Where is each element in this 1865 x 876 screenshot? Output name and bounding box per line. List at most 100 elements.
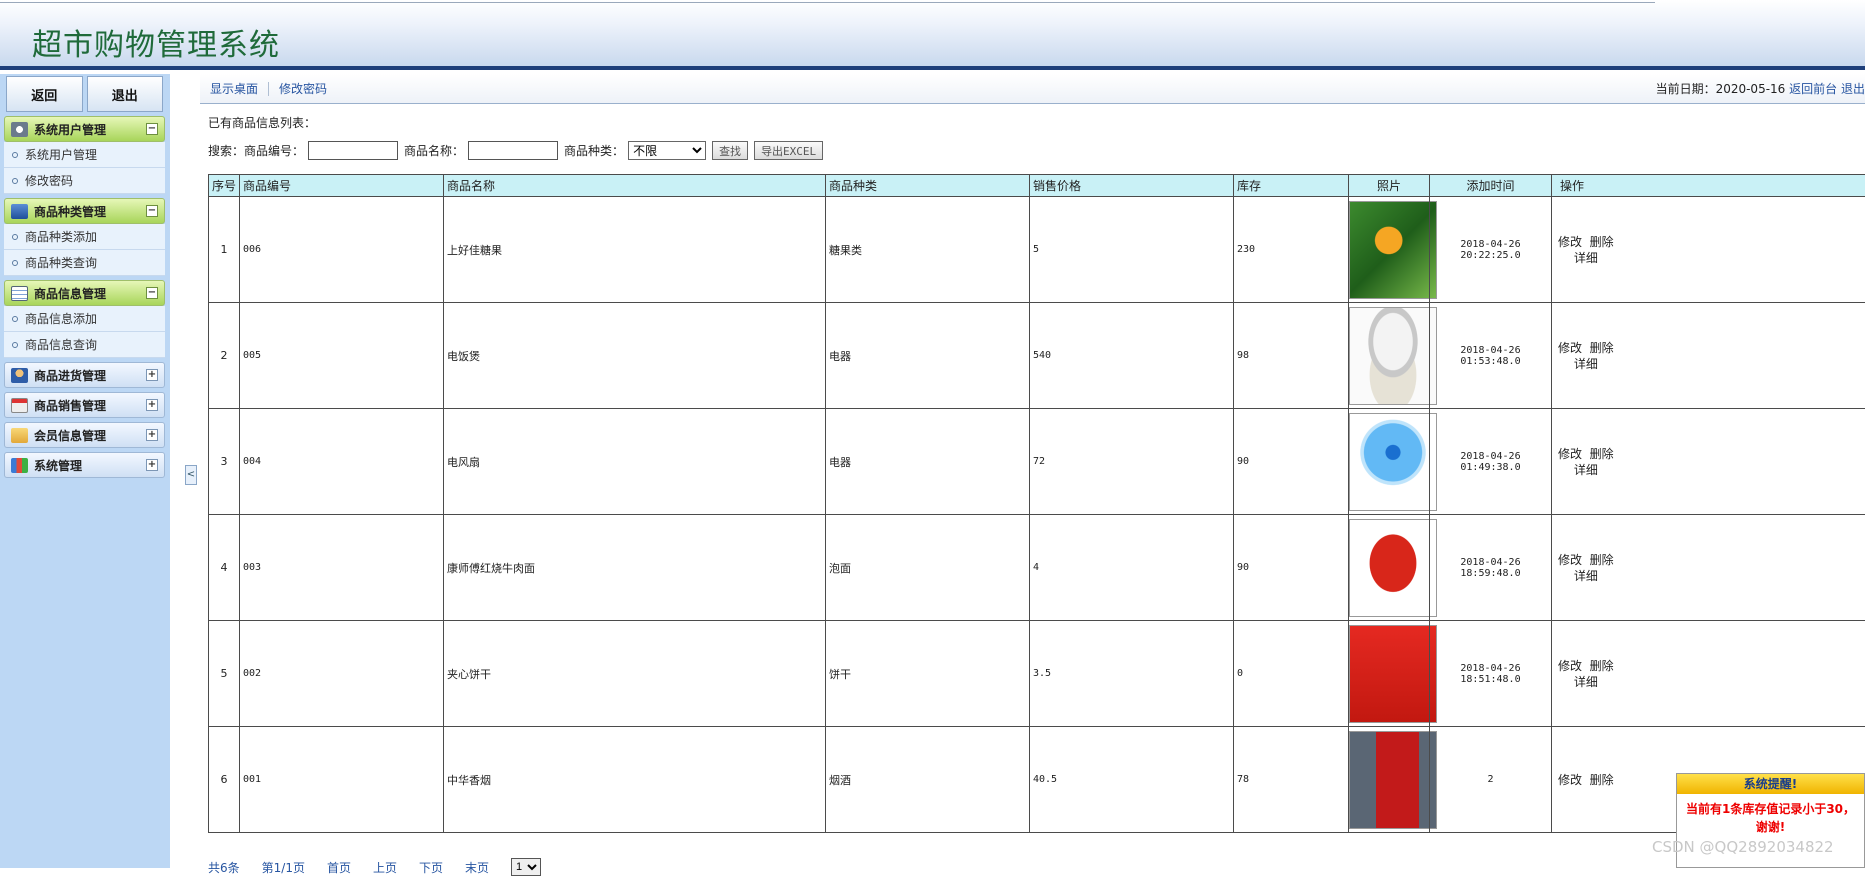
added-time: 2018-04-26 18:51:48.0 xyxy=(1430,621,1552,727)
spacer xyxy=(1582,659,1590,673)
current-date: 当前日期：2020-05-16 xyxy=(1656,82,1786,96)
actions-cell: 修改 删除详细 xyxy=(1552,515,1865,621)
collapse-icon[interactable]: − xyxy=(146,287,158,299)
edit-link[interactable]: 修改 xyxy=(1558,341,1582,355)
edit-link[interactable]: 修改 xyxy=(1558,773,1582,787)
candy-photo xyxy=(1349,201,1437,299)
spacer xyxy=(1582,341,1590,355)
menu-head-system-users[interactable]: 系统用户管理 − xyxy=(4,116,165,142)
goods-stock: 90 xyxy=(1234,409,1349,515)
code-label: 商品编号： xyxy=(244,142,304,159)
goods-type: 饼干 xyxy=(826,621,1030,727)
menu-head-label: 系统用户管理 xyxy=(34,121,146,138)
change-password-link[interactable]: 修改密码 xyxy=(269,80,337,97)
col-header: 商品种类 xyxy=(826,175,1030,197)
sidebar-inner: 返回 退出 系统用户管理 − 系统用户管理 修改密码 商品种类管理 − 商品种类… xyxy=(4,74,165,478)
expand-icon[interactable]: + xyxy=(146,459,158,471)
bullet-icon xyxy=(12,234,18,240)
code-input[interactable] xyxy=(308,141,398,160)
menu-head-category[interactable]: 商品种类管理 − xyxy=(4,198,165,224)
col-header: 销售价格 xyxy=(1030,175,1234,197)
page-select[interactable]: 1 xyxy=(511,858,541,876)
back-button[interactable]: 返回 xyxy=(6,76,83,112)
actions-line: 修改 删除 xyxy=(1558,446,1614,462)
sidebar-item-label: 修改密码 xyxy=(25,172,73,189)
sidebar-top-buttons: 返回 退出 xyxy=(4,76,165,112)
bullet-icon xyxy=(12,316,18,322)
bullet-icon xyxy=(12,260,18,266)
sidebar-item-label: 商品信息查询 xyxy=(25,336,97,353)
collapse-icon[interactable]: − xyxy=(146,123,158,135)
photo-cell xyxy=(1349,197,1430,303)
spacer xyxy=(1582,553,1590,567)
collapse-icon[interactable]: − xyxy=(146,205,158,217)
edit-link[interactable]: 修改 xyxy=(1558,659,1582,673)
table-row: 2005电饭煲电器540982018-04-26 01:53:48.0修改 删除… xyxy=(209,303,1865,409)
logout-link[interactable]: 退出 xyxy=(1841,82,1865,96)
menu-head-goods[interactable]: 商品信息管理 − xyxy=(4,280,165,306)
menu-group-system: 系统管理 + xyxy=(4,452,165,478)
detail-link[interactable]: 详细 xyxy=(1558,674,1614,690)
edit-link[interactable]: 修改 xyxy=(1558,447,1582,461)
edit-link[interactable]: 修改 xyxy=(1558,553,1582,567)
sidebar-item-category-query[interactable]: 商品种类查询 xyxy=(4,250,165,276)
delete-link[interactable]: 删除 xyxy=(1590,447,1614,461)
logout-button[interactable]: 退出 xyxy=(87,76,164,112)
goods-type: 糖果类 xyxy=(826,197,1030,303)
name-input[interactable] xyxy=(468,141,558,160)
last-page-link[interactable]: 末页 xyxy=(465,859,489,876)
popup-title: 系统提醒! xyxy=(1677,774,1864,794)
delete-link[interactable]: 删除 xyxy=(1590,341,1614,355)
goods-price: 5 xyxy=(1030,197,1234,303)
expand-icon[interactable]: + xyxy=(146,369,158,381)
actions-cell: 修改 删除详细 xyxy=(1552,621,1865,727)
back-front-link[interactable]: 返回前台 xyxy=(1789,82,1837,96)
sidebar-item-goods-add[interactable]: 商品信息添加 xyxy=(4,306,165,332)
detail-link[interactable]: 详细 xyxy=(1558,568,1614,584)
expand-icon[interactable]: + xyxy=(146,429,158,441)
type-select[interactable]: 不限 xyxy=(628,141,706,160)
delete-link[interactable]: 删除 xyxy=(1590,773,1614,787)
delete-link[interactable]: 删除 xyxy=(1590,553,1614,567)
menu-head-label: 商品进货管理 xyxy=(34,367,146,384)
goods-stock: 90 xyxy=(1234,515,1349,621)
delete-link[interactable]: 删除 xyxy=(1590,235,1614,249)
edit-link[interactable]: 修改 xyxy=(1558,235,1582,249)
bullet-icon xyxy=(12,342,18,348)
row-number: 4 xyxy=(209,515,240,621)
export-excel-button[interactable]: 导出EXCEL xyxy=(754,141,823,160)
first-page-link[interactable]: 首页 xyxy=(327,859,351,876)
sidebar-item-system-users[interactable]: 系统用户管理 xyxy=(4,142,165,168)
expand-icon[interactable]: + xyxy=(146,399,158,411)
delete-link[interactable]: 删除 xyxy=(1590,659,1614,673)
goods-code: 006 xyxy=(240,197,444,303)
sidebar-item-category-add[interactable]: 商品种类添加 xyxy=(4,224,165,250)
goods-stock: 98 xyxy=(1234,303,1349,409)
menu-head-label: 会员信息管理 xyxy=(34,427,146,444)
sidebar-item-label: 商品种类查询 xyxy=(25,254,97,271)
photo-cell xyxy=(1349,621,1430,727)
total-count: 共6条 xyxy=(208,859,240,876)
menu-head-purchase[interactable]: 商品进货管理 + xyxy=(4,362,165,388)
actions-cell: 修改 删除详细 xyxy=(1552,197,1865,303)
goods-price: 4 xyxy=(1030,515,1234,621)
next-page-link[interactable]: 下页 xyxy=(419,859,443,876)
show-desktop-link[interactable]: 显示桌面 xyxy=(200,80,268,97)
sidebar-collapse-handle[interactable]: < xyxy=(185,465,197,485)
added-time: 2 xyxy=(1430,727,1552,833)
spacer xyxy=(1582,447,1590,461)
search-button[interactable]: 查找 xyxy=(712,141,748,160)
col-header: 操作 xyxy=(1552,175,1865,197)
bullet-icon xyxy=(12,152,18,158)
sidebar-item-change-password[interactable]: 修改密码 xyxy=(4,168,165,194)
menu-head-system[interactable]: 系统管理 + xyxy=(4,452,165,478)
detail-link[interactable]: 详细 xyxy=(1558,250,1614,266)
menu-head-members[interactable]: 会员信息管理 + xyxy=(4,422,165,448)
sidebar-item-goods-query[interactable]: 商品信息查询 xyxy=(4,332,165,358)
detail-link[interactable]: 详细 xyxy=(1558,356,1614,372)
col-header: 序号 xyxy=(209,175,240,197)
menu-head-sales[interactable]: 商品销售管理 + xyxy=(4,392,165,418)
col-header: 商品编号 xyxy=(240,175,444,197)
detail-link[interactable]: 详细 xyxy=(1558,462,1614,478)
prev-page-link[interactable]: 上页 xyxy=(373,859,397,876)
